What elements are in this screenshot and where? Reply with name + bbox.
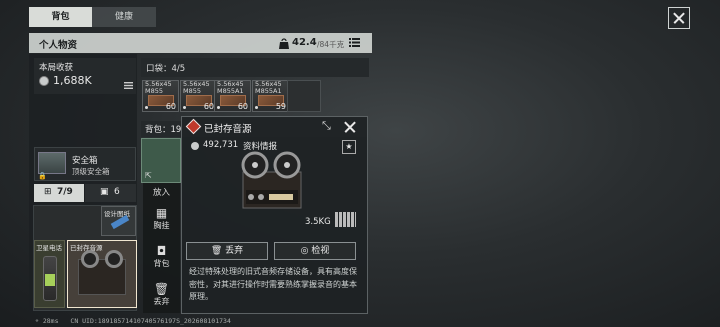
popup-weight: 3.5KG <box>305 217 331 227</box>
earnings-label: 本局收获 <box>39 63 74 73</box>
item-detail-popup: 已封存音源 ⤡ 492,731 资料情报 ★ 3.5KG 🗑 丢弃 ◎ 检视 经… <box>181 116 368 314</box>
popup-description: 经过特殊处理的旧式音频存储设备，具有高度保密性，对其进行操作时需要熟练掌握录音的… <box>189 267 357 301</box>
discard-side-button[interactable]: 🗑 丢弃 <box>143 282 180 307</box>
popup-price: 492,731 <box>203 140 239 150</box>
wifi-icon: ⌔ <box>35 317 43 325</box>
filter-tab-container[interactable]: ⊞ 7/9 <box>34 184 84 202</box>
safebox-subtitle: 顶级安全箱 <box>72 167 110 176</box>
empty-pouch-slot[interactable] <box>287 80 321 112</box>
phone-screen <box>45 274 55 286</box>
backpack-item-vest[interactable]: ⇱ <box>141 138 181 183</box>
weight-current: 42.4 <box>292 37 317 48</box>
inspect-button[interactable]: ◎ 检视 <box>274 242 356 260</box>
ammo-item[interactable]: 5.56x45 M855A1 60 <box>214 80 251 112</box>
lock-icon: 🔒 <box>38 172 47 180</box>
safebox-slot[interactable]: 🔒 安全箱 顶级安全箱 <box>34 147 136 181</box>
status-bar: ⌔ 28ms CN UID:18918571410740576197S_2026… <box>35 317 435 327</box>
rarity-dot <box>183 106 186 109</box>
ammo-item[interactable]: 5.56x45 M855A1 59 <box>252 80 289 112</box>
satellite-phone-label: 卫星电话 <box>36 244 62 252</box>
discard-side-label: 丢弃 <box>153 297 170 306</box>
popup-close-icon[interactable] <box>342 119 358 135</box>
backpack-button-label: 背包 <box>153 259 170 268</box>
coin-icon <box>39 76 49 86</box>
rarity-dot <box>255 106 258 109</box>
sealed-tape-item[interactable]: 已封存音源 <box>67 240 137 308</box>
pouch-header: 口袋：4/5 <box>141 58 369 77</box>
ammo-count: 59 <box>275 102 286 111</box>
page-title: 个人物资 <box>39 40 78 51</box>
tape-recorder-image <box>241 151 302 209</box>
coin-icon <box>191 142 199 150</box>
safebox-title: 安全箱 <box>72 156 98 166</box>
backpack-icon: ◘ <box>156 244 167 258</box>
items-icon: ▣ <box>100 187 109 197</box>
list-icon[interactable] <box>349 38 360 47</box>
favorite-star-icon[interactable]: ★ <box>342 140 356 154</box>
ammo-count: 60 <box>203 102 214 111</box>
discard-button-label: 丢弃 <box>225 246 244 256</box>
inspect-button-label: 检视 <box>311 246 330 256</box>
ammo-count: 60 <box>165 102 176 111</box>
ammo-item[interactable]: 5.56x45 M855 60 <box>142 80 179 112</box>
put-in-label: 放入 <box>152 188 170 198</box>
safebox-icon <box>38 152 66 174</box>
chest-rig-label: 胸挂 <box>153 221 170 230</box>
discard-button[interactable]: 🗑 丢弃 <box>186 242 268 260</box>
reel-icon <box>105 250 123 268</box>
ammo-count: 60 <box>237 102 248 111</box>
container-count: 7/9 <box>57 187 73 197</box>
rarity-diamond-icon <box>185 118 202 135</box>
backpack-label: 背包：19 <box>145 125 182 135</box>
earnings-box: 本局收获 1,688K <box>34 58 136 94</box>
rarity-dot <box>145 106 148 109</box>
ammo-type: M855A1 <box>255 87 282 95</box>
earnings-value: 1,688K <box>53 74 92 87</box>
collapse-icon[interactable]: ⤡ <box>322 119 331 133</box>
backpack-button[interactable]: ◘ 背包 <box>143 244 180 269</box>
trash-icon: 🗑 <box>153 282 170 296</box>
satellite-phone-item[interactable]: 卫星电话 <box>34 240 65 308</box>
rarity-dot <box>217 106 220 109</box>
tab-backpack[interactable]: 背包 <box>29 7 92 27</box>
grid-size-icon <box>335 212 356 227</box>
expand-arrow-icon: ⇱ <box>145 171 152 180</box>
details-list-icon[interactable] <box>124 82 133 89</box>
pouch-label: 口袋：4/5 <box>146 64 186 74</box>
tab-health[interactable]: 健康 <box>92 7 156 27</box>
ammo-item[interactable]: 5.56x45 M855 60 <box>180 80 217 112</box>
container-icon: ⊞ <box>44 187 52 197</box>
popup-title: 已封存音源 <box>204 124 252 135</box>
reel-icon <box>81 250 99 268</box>
ammo-type: M855A1 <box>217 87 244 95</box>
vest-icon: ▦ <box>155 206 168 220</box>
backpack-header: 背包：19 <box>141 121 183 137</box>
filter-tab-items[interactable]: ▣ 6 <box>85 184 136 202</box>
close-icon[interactable] <box>668 7 690 29</box>
personal-supplies-header: 个人物资 42.4 /84千克 <box>29 33 372 53</box>
trash-icon: 🗑 <box>210 246 226 256</box>
weight-icon <box>279 38 289 49</box>
uid-text: CN UID:18918571410740576197S_20260810173… <box>70 317 231 325</box>
ping-value: 28ms <box>42 317 59 325</box>
design-doc-item[interactable]: 设计图纸 <box>101 206 136 236</box>
weight-max: /84千克 <box>317 40 345 49</box>
chest-rig-button[interactable]: ▦ 胸挂 <box>143 206 180 231</box>
ammo-type: M855 <box>183 87 202 95</box>
popup-header: 已封存音源 ⤡ <box>182 117 367 137</box>
ammo-type: M855 <box>145 87 164 95</box>
eye-icon: ◎ <box>300 246 312 256</box>
items-count: 6 <box>114 187 120 197</box>
